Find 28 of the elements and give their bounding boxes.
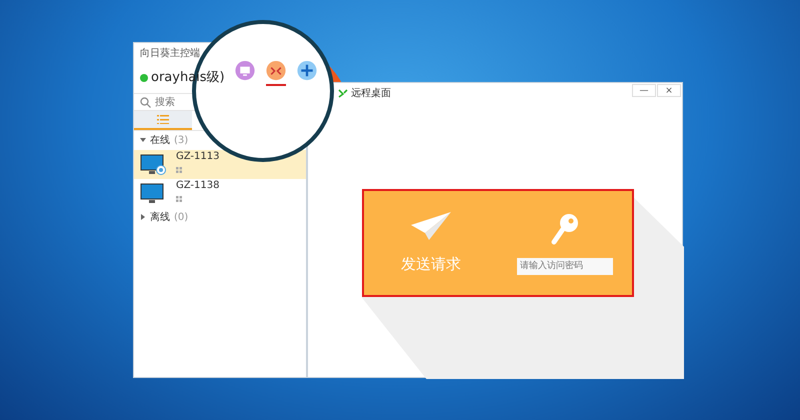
- key-icon: [550, 212, 580, 246]
- caret-icon[interactable]: [140, 214, 146, 220]
- device-name: GZ-1138: [176, 180, 220, 192]
- list-icon: [157, 115, 169, 124]
- windows-icon: [176, 196, 182, 202]
- search-field[interactable]: 搜索: [155, 94, 195, 110]
- plus-icon: [296, 60, 318, 82]
- minimize-button[interactable]: —: [632, 84, 656, 97]
- window-title: 向日葵主控端: [140, 48, 200, 59]
- window-title: 远程桌面: [351, 86, 391, 100]
- remote-logo-icon: [338, 88, 348, 98]
- windows-icon: [176, 167, 182, 174]
- caret-icon[interactable]: [140, 137, 146, 144]
- device-name: GZ-1113: [176, 151, 220, 163]
- paper-plane-icon: [409, 210, 453, 241]
- monitor-icon: [140, 154, 166, 176]
- password-field[interactable]: 请输入访问密码: [517, 258, 613, 274]
- group-label[interactable]: 在线: [150, 133, 170, 148]
- device-row[interactable]: GZ-1138: [134, 179, 306, 208]
- group-count: (0): [174, 211, 188, 225]
- search-icon: [140, 96, 151, 108]
- screen-icon: [234, 60, 256, 82]
- remote-tab[interactable]: [265, 60, 287, 86]
- group-count: (3): [174, 134, 188, 148]
- group-label[interactable]: 离线: [150, 210, 170, 225]
- close-button[interactable]: ×: [657, 84, 681, 97]
- arrows-icon: [265, 60, 287, 82]
- monitor-icon: [140, 182, 166, 204]
